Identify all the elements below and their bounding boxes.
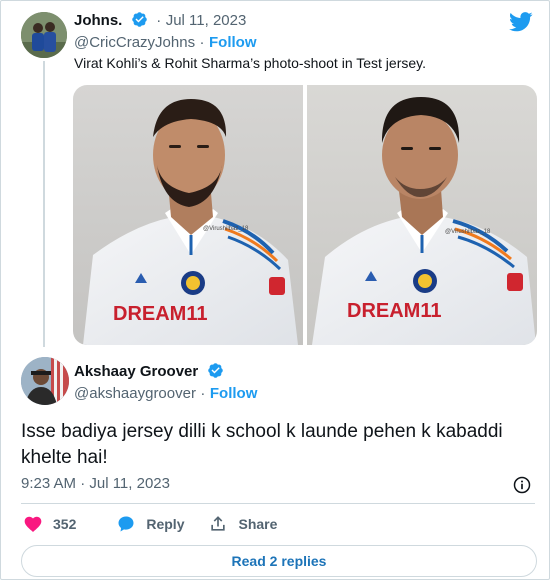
- follow-button[interactable]: Follow: [209, 34, 257, 51]
- photo-virat-kohli[interactable]: DREAM11 @Virushilbaz_18: [73, 85, 304, 345]
- reply-handle-row: @akshaaygroover · Follow: [74, 385, 257, 403]
- quoted-handle-row: @CricCrazyJohns · Follow: [74, 34, 257, 52]
- verified-badge-icon: [207, 363, 223, 378]
- quoted-handle[interactable]: @CricCrazyJohns: [74, 34, 195, 51]
- quoted-author-row: Johns. · Jul 11, 2023: [74, 11, 246, 30]
- reply-button[interactable]: Reply: [116, 514, 184, 534]
- reply-text: Isse badiya jersey dilli k school k laun…: [21, 421, 503, 468]
- info-icon[interactable]: [512, 475, 532, 495]
- verified-badge-icon: [132, 12, 147, 27]
- reply-handle[interactable]: @akshaaygroover: [74, 385, 196, 402]
- reply-bubble-icon: [118, 516, 134, 532]
- reply-author-name[interactable]: Akshaay Groover: [74, 363, 198, 380]
- quoted-author-name[interactable]: Johns.: [74, 12, 122, 29]
- tweet-card: Johns. · Jul 11, 2023 @CricCrazyJohns · …: [0, 0, 550, 580]
- like-button[interactable]: 352: [23, 514, 76, 534]
- quoted-date[interactable]: Jul 11, 2023: [166, 12, 247, 29]
- share-button[interactable]: Share: [208, 514, 277, 534]
- photo-grid[interactable]: DREAM11 @Virushilbaz_18 DREAM11 @Virushi…: [73, 85, 537, 345]
- follow-button[interactable]: Follow: [210, 385, 258, 402]
- reply-author-row: Akshaay Groover: [74, 362, 224, 381]
- thread-line: [43, 61, 45, 347]
- quoted-text: Virat Kohli’s & Rohit Sharma’s photo-sho…: [74, 55, 426, 71]
- divider: [21, 503, 535, 504]
- separator-dot: ·: [156, 12, 162, 29]
- share-icon: [211, 516, 226, 531]
- share-label: Share: [238, 516, 278, 532]
- twitter-bird-icon[interactable]: [509, 11, 533, 33]
- separator-dot: ·: [200, 385, 206, 402]
- like-count: 352: [53, 516, 77, 532]
- jersey-sponsor-text: DREAM11: [347, 300, 441, 322]
- avatar-akshaay[interactable]: [21, 357, 69, 405]
- jersey-sponsor-text: DREAM11: [113, 303, 207, 325]
- svg-text:@Virushilbaz_18: @Virushilbaz_18: [203, 226, 249, 232]
- svg-text:@Virushilbaz_18: @Virushilbaz_18: [445, 229, 491, 235]
- action-bar: 352 Reply Share: [23, 514, 301, 534]
- reply-timestamp[interactable]: 9:23 AM · Jul 11, 2023: [21, 475, 170, 492]
- reply-label: Reply: [146, 516, 185, 532]
- read-replies-button[interactable]: Read 2 replies: [21, 545, 537, 577]
- avatar-johns[interactable]: [21, 12, 67, 58]
- photo-rohit-sharma[interactable]: DREAM11 @Virushilbaz_18: [306, 85, 537, 345]
- heart-icon: [24, 516, 42, 532]
- separator-dot: ·: [199, 34, 205, 51]
